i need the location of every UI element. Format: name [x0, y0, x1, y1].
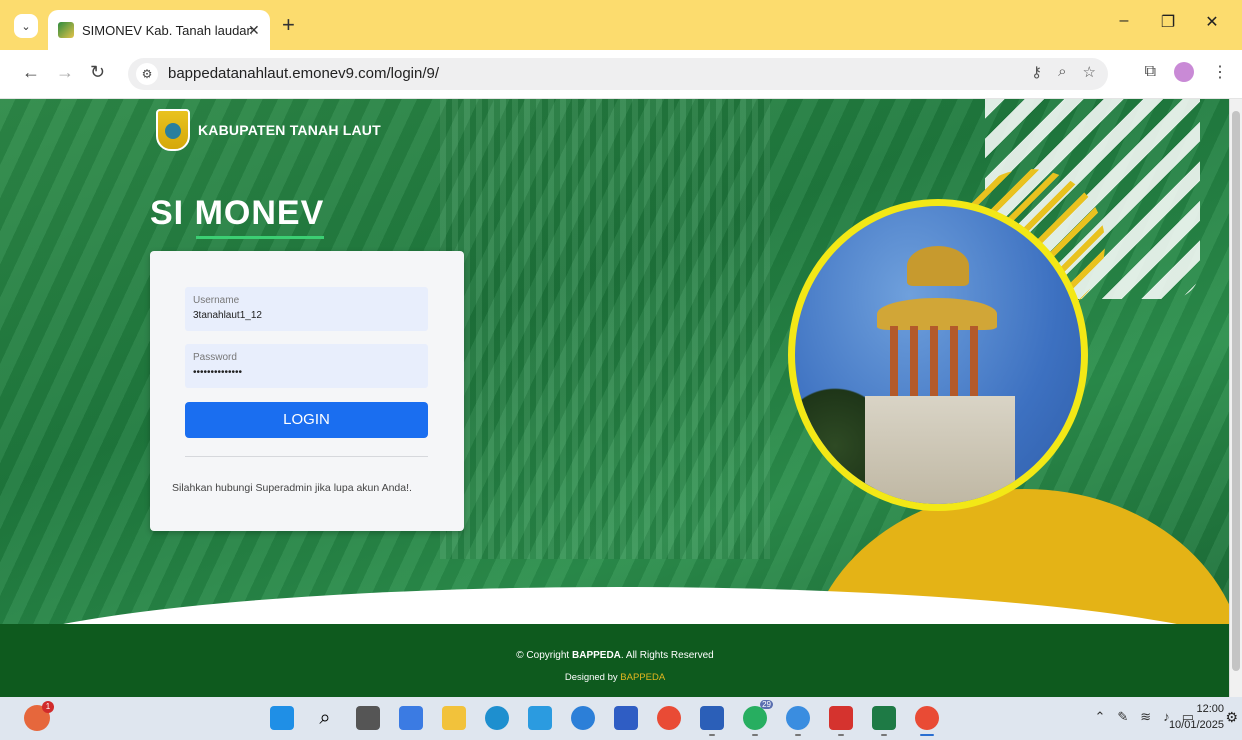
designed-prefix: Designed by — [564, 672, 621, 683]
page-title: SI MONEV — [150, 194, 325, 232]
username-label: Username — [193, 295, 240, 306]
username-field[interactable]: Username 3tanahlaut1_12 — [185, 287, 428, 331]
divider — [185, 456, 428, 457]
wifi-icon[interactable]: ≋ — [1140, 709, 1151, 725]
building-texture — [440, 99, 770, 559]
chevron-up-icon[interactable]: ⌃ — [1094, 709, 1105, 725]
trees-shape — [795, 376, 875, 504]
url-text[interactable]: bappedatanahlaut.emonev9.com/login/9/ — [168, 65, 439, 82]
close-window-button[interactable]: ✕ — [1190, 12, 1234, 32]
forward-icon[interactable]: → — [56, 62, 74, 83]
whatsapp-icon[interactable]: 29 — [743, 700, 773, 736]
chrome-profile-icon[interactable] — [786, 706, 810, 736]
excel-icon[interactable] — [872, 706, 896, 736]
back-icon[interactable]: ← — [22, 62, 40, 83]
chrome-active-icon[interactable] — [915, 706, 939, 736]
copyright-suffix: . All Rights Reserved — [620, 650, 714, 661]
extensions-icon[interactable]: ⧉ — [1145, 63, 1156, 81]
help-icon[interactable] — [571, 706, 595, 730]
site-info-icon[interactable]: ⚙ — [136, 63, 158, 85]
monument-pillars-shape — [890, 326, 985, 396]
browser-toolbar: ← → ↻ ⚙ bappedatanahlaut.emonev9.com/log… — [0, 50, 1242, 99]
page-viewport: KABUPATEN TANAH LAUT SI MONEV Username 3… — [0, 99, 1230, 697]
designed-by-link[interactable]: BAPPEDA — [620, 672, 665, 683]
whatsapp-badge: 29 — [760, 700, 773, 709]
word-icon[interactable] — [700, 706, 724, 736]
copyright-prefix: © Copyright — [516, 650, 572, 661]
taskbar-apps: ⌕ 29 — [270, 700, 939, 736]
search-icon[interactable]: ⌕ — [313, 706, 337, 730]
key-icon[interactable]: ⚷ — [1031, 63, 1042, 81]
close-icon[interactable]: ✕ — [248, 22, 260, 39]
reload-icon[interactable]: ↻ — [90, 62, 105, 83]
browser-tab-bar: ⌄ SIMONEV Kab. Tanah laudantiu ✕ + – ❐ ✕ — [0, 0, 1242, 50]
active-tab[interactable]: SIMONEV Kab. Tanah laudantiu ✕ — [48, 10, 270, 50]
title-underline — [196, 236, 324, 239]
monument-photo — [788, 199, 1088, 511]
acrobat-icon[interactable] — [829, 706, 853, 736]
login-card: Username 3tanahlaut1_12 Password •••••••… — [150, 251, 464, 531]
minimize-button[interactable]: – — [1102, 12, 1146, 32]
start-icon[interactable] — [270, 706, 294, 730]
page-scrollbar[interactable] — [1229, 99, 1242, 697]
notifications-icon[interactable]: ⚙ — [1225, 709, 1238, 726]
copyright-brand: BAPPEDA — [572, 650, 621, 661]
username-input[interactable]: 3tanahlaut1_12 — [193, 310, 262, 321]
notification-badge: 1 — [42, 701, 54, 713]
file-explorer-icon[interactable] — [442, 706, 466, 730]
widgets-icon[interactable] — [399, 706, 423, 730]
monument-base-shape — [865, 396, 1015, 504]
edge-icon[interactable] — [485, 706, 509, 730]
copyright-text: © Copyright BAPPEDA. All Rights Reserved — [0, 650, 1230, 661]
tab-search-button[interactable]: ⌄ — [14, 14, 38, 38]
windows-taskbar: 1 ⌕ 29 ⌃ ✎ ≋ ♪ ▭ 12:00 10/01/2025 ⚙ — [0, 697, 1242, 740]
store-icon[interactable] — [614, 706, 638, 730]
clock-date: 10/01/2025 — [1168, 719, 1224, 731]
password-field[interactable]: Password •••••••••••••• — [185, 344, 428, 388]
task-view-icon[interactable] — [356, 706, 380, 730]
profile-avatar[interactable] — [1174, 62, 1194, 82]
hero-background: KABUPATEN TANAH LAUT SI MONEV Username 3… — [0, 99, 1230, 697]
clock-time: 12:00 — [1196, 703, 1224, 715]
page-footer: © Copyright BAPPEDA. All Rights Reserved… — [0, 624, 1230, 697]
scrollbar-thumb[interactable] — [1232, 111, 1240, 671]
chevron-down-icon: ⌄ — [21, 20, 31, 33]
password-label: Password — [193, 352, 237, 363]
chrome-icon[interactable] — [657, 706, 681, 730]
help-text: Silahkan hubungi Superadmin jika lupa ak… — [172, 482, 412, 494]
brand-name: KABUPATEN TANAH LAUT — [198, 122, 381, 138]
login-button[interactable]: LOGIN — [185, 402, 428, 438]
brand-header: KABUPATEN TANAH LAUT — [156, 109, 381, 151]
star-icon[interactable]: ☆ — [1083, 63, 1096, 81]
app-icon[interactable] — [528, 706, 552, 730]
designed-by-text: Designed by BAPPEDA — [0, 672, 1230, 683]
monument-dome-shape — [907, 246, 969, 286]
new-tab-button[interactable]: + — [282, 14, 295, 36]
restore-button[interactable]: ❐ — [1146, 12, 1190, 32]
favicon-icon — [58, 22, 74, 38]
zoom-icon[interactable]: ⌕ — [1058, 63, 1066, 81]
window-controls: – ❐ ✕ — [1102, 12, 1234, 32]
tab-title: SIMONEV Kab. Tanah laudantiu — [82, 22, 252, 38]
menu-icon[interactable]: ⋮ — [1212, 62, 1228, 82]
address-bar[interactable]: ⚙ bappedatanahlaut.emonev9.com/login/9/ … — [128, 58, 1108, 90]
password-input[interactable]: •••••••••••••• — [193, 367, 242, 378]
regency-crest-icon — [156, 109, 190, 151]
pen-icon[interactable]: ✎ — [1117, 709, 1128, 725]
clock[interactable]: 12:00 10/01/2025 — [1169, 701, 1224, 733]
